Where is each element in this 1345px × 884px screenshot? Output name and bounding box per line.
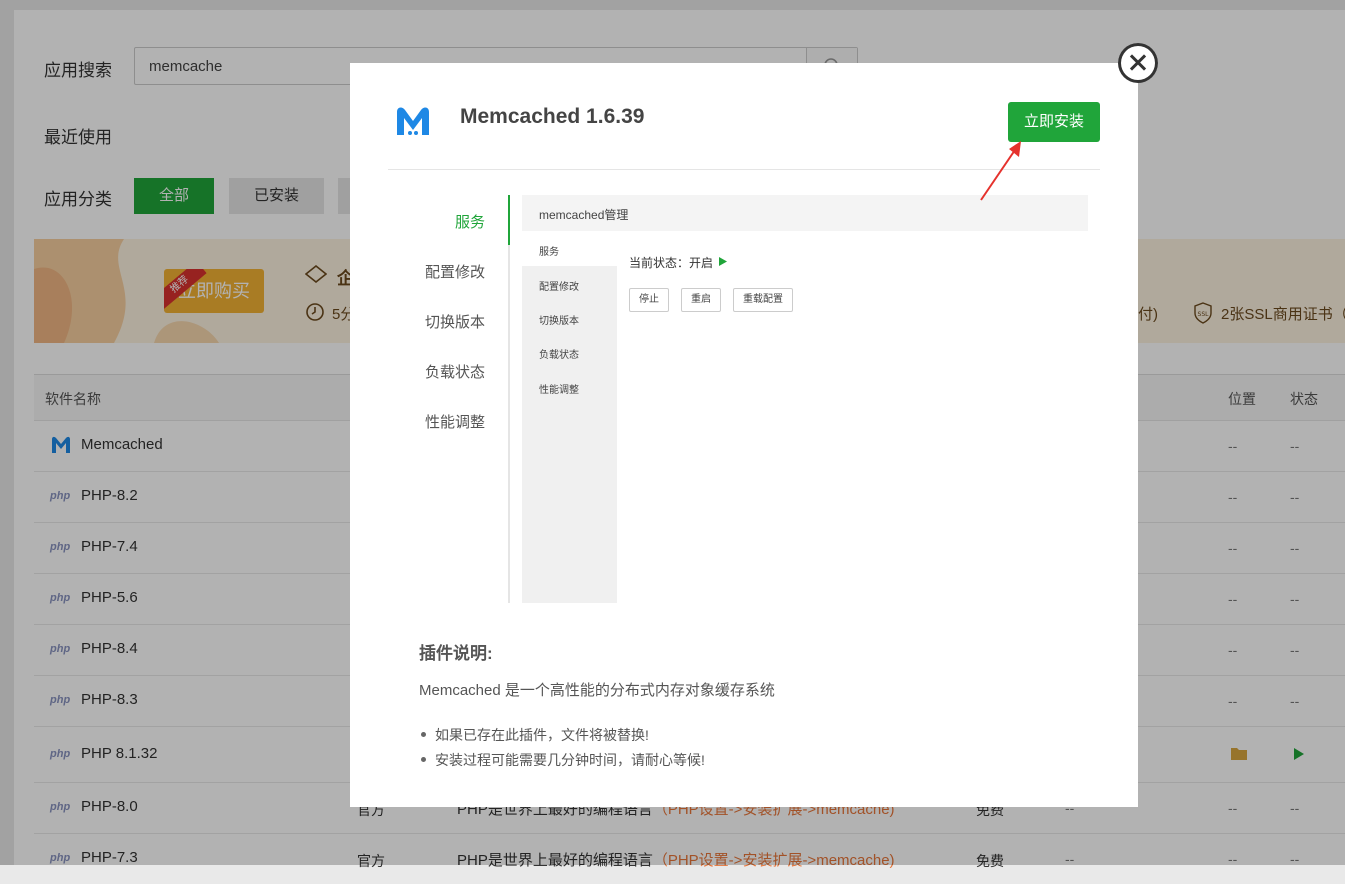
side-menu-item-service[interactable]: 服务 <box>455 211 485 232</box>
preview-reload-button: 重载配置 <box>733 288 793 312</box>
preview-menu-item: 服务 <box>539 247 559 258</box>
annotation-arrow-icon <box>980 141 1021 201</box>
preview-status-text: 当前状态：开启 <box>629 256 714 270</box>
preview-play-icon <box>719 257 727 266</box>
preview-stop-button: 停止 <box>629 288 669 312</box>
note-bullet <box>421 757 426 762</box>
preview-menu-active <box>522 231 617 266</box>
note-bullet <box>421 732 426 737</box>
preview-menu-item: 负载状态 <box>539 350 579 361</box>
plugin-preview: memcached管理 服务 配置修改 切换版本 负载状态 性能调整 当前状态：… <box>522 195 1088 603</box>
note-wait: 安装过程可能需要几分钟时间，请耐心等候! <box>435 752 705 768</box>
side-menu-active-indicator <box>508 195 510 245</box>
side-menu-item-performance[interactable]: 性能调整 <box>425 411 485 432</box>
side-menu-item-version[interactable]: 切换版本 <box>425 311 485 332</box>
description-title: 插件说明: <box>419 644 493 663</box>
memcached-logo-icon <box>397 107 429 135</box>
side-menu-rail <box>508 195 510 603</box>
plugin-title: Memcached 1.6.39 <box>460 105 645 128</box>
preview-menu-item: 性能调整 <box>539 385 579 396</box>
side-menu-item-load[interactable]: 负载状态 <box>425 361 485 382</box>
description-text: Memcached 是一个高性能的分布式内存对象缓存系统 <box>419 682 775 699</box>
side-menu-item-config[interactable]: 配置修改 <box>425 261 485 282</box>
preview-header-title: memcached管理 <box>539 208 629 222</box>
preview-restart-button: 重启 <box>681 288 721 312</box>
preview-menu-item: 切换版本 <box>539 316 579 327</box>
note-replace: 如果已存在此插件，文件将被替换! <box>435 727 649 743</box>
close-dialog-button[interactable] <box>1118 43 1158 83</box>
preview-menu-item: 配置修改 <box>539 282 579 293</box>
